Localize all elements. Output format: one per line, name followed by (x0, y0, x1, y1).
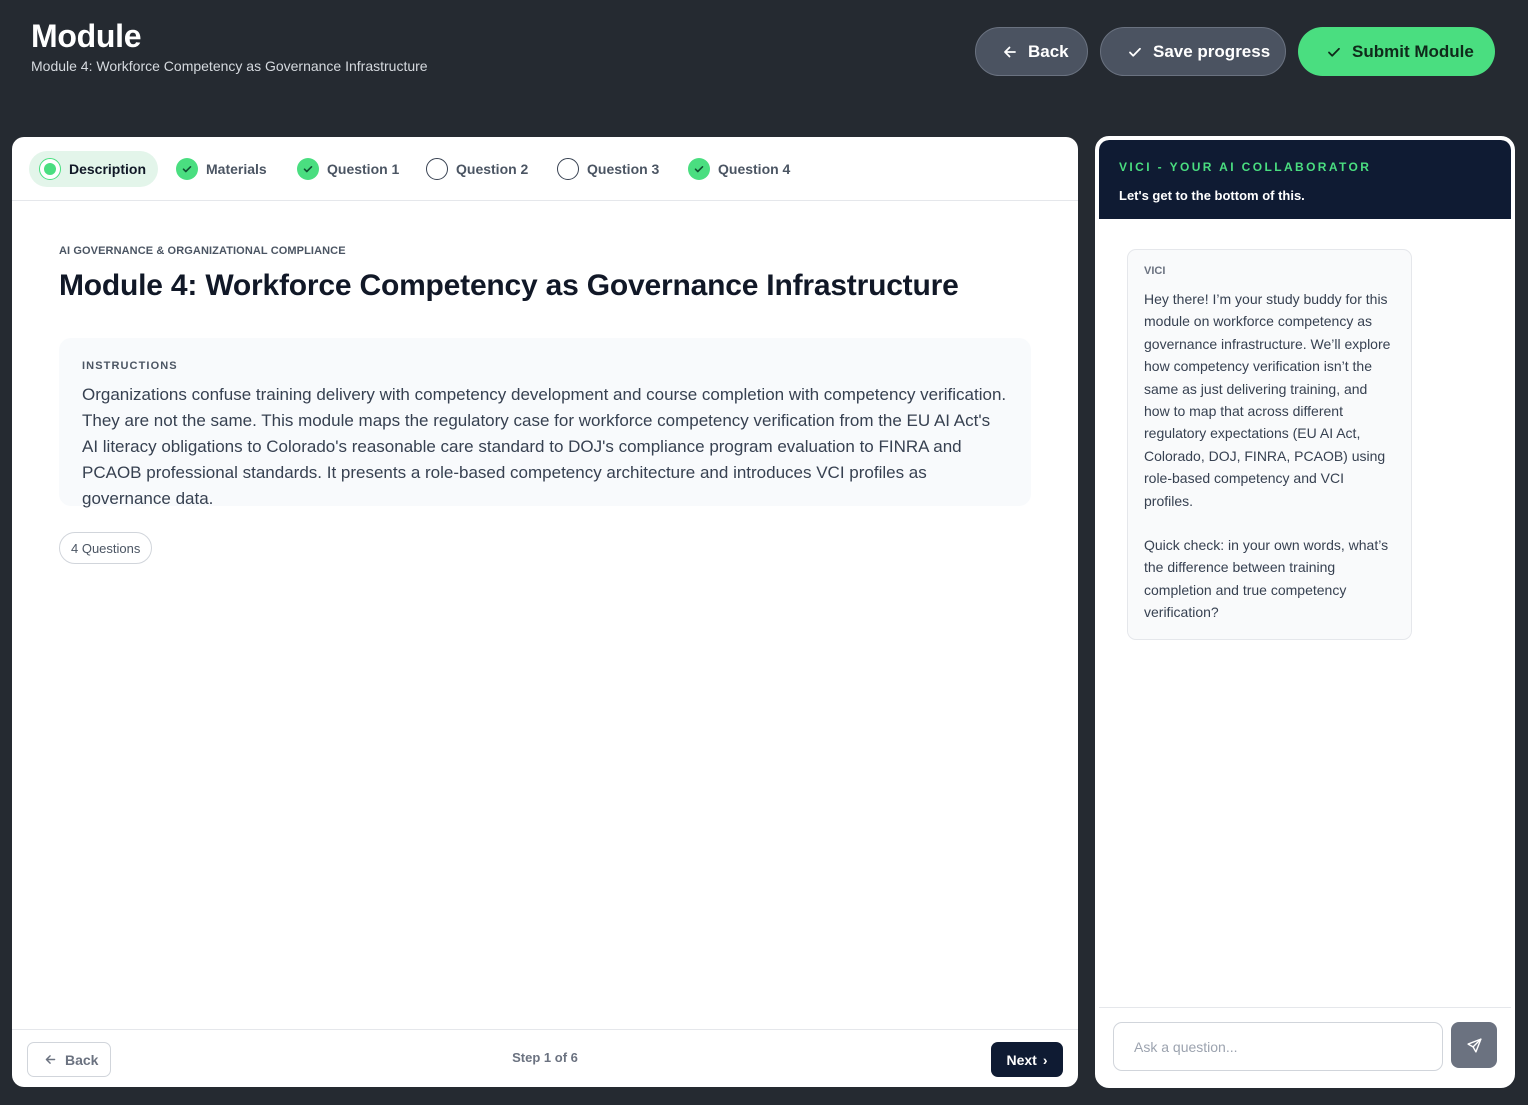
paper-plane-icon (1466, 1037, 1482, 1053)
question-count-badge: 4 Questions (59, 532, 153, 564)
tab-label: Description (69, 161, 147, 177)
chevron-right-icon: › (1042, 1051, 1048, 1068)
submit-module-label: Submit Module (1352, 41, 1474, 61)
chat-tagline: Let's get to the bottom of this. (1119, 188, 1305, 203)
chat-header: VICI - YOUR AI COLLABORATOR Let's get to… (1099, 140, 1511, 219)
page-subtitle: Module 4: Workforce Competency as Govern… (31, 58, 428, 74)
empty-circle-icon (426, 158, 448, 180)
instructions-text: Organizations confuse training delivery … (82, 385, 1007, 508)
send-button[interactable] (1451, 1022, 1497, 1068)
tab-label: Materials (206, 161, 267, 177)
tab-question-1[interactable]: Question 1 (287, 151, 411, 187)
page-title: Module (31, 18, 142, 54)
course-category: AI GOVERNANCE & ORGANIZATIONAL COMPLIANC… (59, 245, 346, 257)
header-back-label: Back (1028, 41, 1069, 61)
save-progress-button[interactable]: Save progress (1100, 27, 1286, 76)
message-text: Hey there! I’m your study buddy for this… (1144, 288, 1395, 624)
header-actions: Back Save progress Submit Module (975, 27, 1495, 76)
ai-collaborator-panel: VICI - YOUR AI COLLABORATOR Let's get to… (1095, 136, 1515, 1088)
instructions-label: INSTRUCTIONS (82, 360, 178, 372)
instructions-box: INSTRUCTIONS Organizations confuse train… (59, 338, 1031, 508)
tab-label: Question 3 (587, 161, 660, 177)
step-tabs: Description Materials Question 1 Questio… (12, 137, 1078, 201)
check-circle-icon (176, 158, 198, 180)
message-paragraph: Quick check: in your own words, what’s t… (1144, 537, 1389, 621)
chat-input-bar (1099, 1007, 1511, 1084)
step-indicator: Step 1 of 6 (512, 1050, 578, 1065)
empty-circle-icon (557, 158, 579, 180)
check-circle-icon (688, 158, 710, 180)
chat-question-input[interactable] (1113, 1022, 1443, 1071)
check-icon (1129, 47, 1141, 57)
tab-materials[interactable]: Materials (166, 151, 279, 187)
check-icon (1328, 47, 1340, 57)
tab-label: Question 4 (718, 161, 791, 177)
tab-question-4[interactable]: Question 4 (678, 151, 802, 187)
module-panel: Description Materials Question 1 Questio… (12, 137, 1078, 1087)
header-back-button[interactable]: Back (975, 27, 1088, 76)
tab-description[interactable]: Description (29, 151, 159, 187)
message-sender: VICI (1144, 265, 1166, 277)
arrow-left-icon (1004, 46, 1016, 57)
chat-message: VICI Hey there! I’m your study buddy for… (1127, 249, 1412, 640)
submit-module-button[interactable]: Submit Module (1298, 27, 1495, 76)
check-circle-icon (297, 158, 319, 180)
save-progress-label: Save progress (1153, 41, 1271, 61)
tab-question-3[interactable]: Question 3 (547, 151, 671, 187)
message-paragraph: Hey there! I’m your study buddy for this… (1144, 291, 1391, 509)
next-button[interactable]: Next › (991, 1042, 1063, 1077)
chat-title: VICI - YOUR AI COLLABORATOR (1119, 160, 1372, 174)
app-header: Module Module 4: Workforce Competency as… (0, 0, 1528, 120)
module-title: Module 4: Workforce Competency as Govern… (59, 269, 959, 302)
tab-question-2[interactable]: Question 2 (416, 151, 540, 187)
tab-label: Question 2 (456, 161, 529, 177)
tab-label: Question 1 (327, 161, 400, 177)
next-label: Next (1006, 1051, 1037, 1068)
panel-footer: Back Step 1 of 6 Next › (12, 1029, 1078, 1087)
radio-dot-icon (39, 158, 61, 180)
